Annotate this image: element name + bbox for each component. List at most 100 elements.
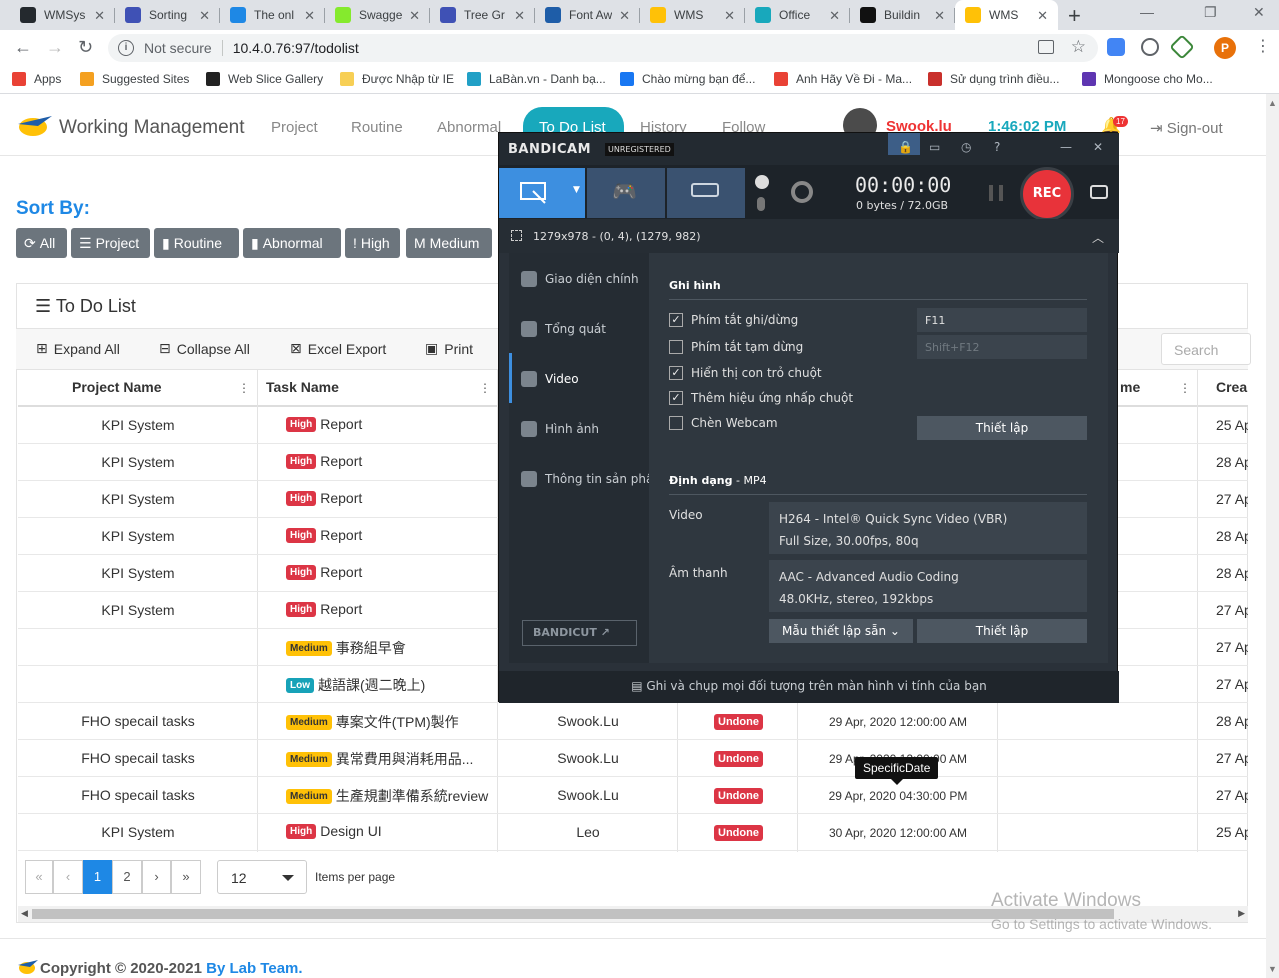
camera-icon[interactable] bbox=[1090, 185, 1108, 199]
tab-active[interactable]: WMS ✕ bbox=[955, 0, 1058, 30]
pager-last[interactable]: » bbox=[171, 860, 201, 894]
scroll-thumb[interactable] bbox=[32, 909, 1114, 919]
browser-tab[interactable]: Swagge ✕ bbox=[325, 0, 430, 30]
bandicam-nav-item[interactable]: Tổng quát bbox=[521, 321, 606, 337]
sort-abnormal-button[interactable]: ▮ Abnormal bbox=[243, 228, 341, 258]
bandicam-nav-item[interactable]: Thông tin sản phẩm bbox=[521, 471, 665, 487]
column-project-name[interactable]: Project Name bbox=[72, 379, 161, 395]
close-icon[interactable]: ✕ bbox=[1037, 8, 1048, 24]
nav-item-abnormal[interactable]: Abnormal bbox=[437, 119, 501, 136]
format-setup-button[interactable]: Thiết lập bbox=[917, 619, 1087, 643]
address-bar[interactable]: i Not secure 10.4.0.76:97/todolist ☆ bbox=[108, 34, 1098, 62]
hotkey-record-field[interactable]: F11 bbox=[917, 308, 1087, 332]
cell-task[interactable]: High Report bbox=[286, 490, 494, 506]
translate-icon[interactable] bbox=[1038, 40, 1054, 54]
pager-prev[interactable]: ‹ bbox=[53, 860, 83, 894]
checkbox-checked-icon[interactable]: ✓ bbox=[669, 391, 683, 405]
bandicam-titlebar[interactable] bbox=[499, 133, 1119, 165]
column-menu-icon[interactable]: ⋮ bbox=[1179, 381, 1191, 395]
scroll-up-icon[interactable]: ▲ bbox=[1268, 98, 1277, 108]
audio-format-box[interactable]: AAC - Advanced Audio Coding 48.0KHz, ster… bbox=[769, 560, 1087, 612]
record-button[interactable]: REC bbox=[1020, 167, 1074, 221]
bookmark-item[interactable]: Anh Hãy Về Đi - Ma... bbox=[774, 72, 912, 86]
info-icon[interactable]: i bbox=[118, 40, 134, 56]
cell-task[interactable]: High Design UI bbox=[286, 823, 494, 839]
browser-tab[interactable]: Office ✕ bbox=[745, 0, 850, 30]
minimize-icon[interactable]: — bbox=[1060, 140, 1072, 154]
cell-task[interactable]: Medium 事務組早會 bbox=[286, 638, 494, 658]
sort-project-button[interactable]: ☰ Project bbox=[71, 228, 150, 258]
browser-tab[interactable]: WMS ✕ bbox=[640, 0, 745, 30]
column-menu-icon[interactable]: ⋮ bbox=[238, 381, 250, 395]
cell-task[interactable]: High Report bbox=[286, 564, 494, 580]
scroll-right-icon[interactable]: ▶ bbox=[1238, 908, 1245, 919]
extension-chat-icon[interactable] bbox=[1141, 38, 1159, 56]
browser-tab[interactable]: The onl ✕ bbox=[220, 0, 325, 30]
scroll-down-icon[interactable]: ▼ bbox=[1268, 964, 1277, 974]
team-link[interactable]: By Lab Team. bbox=[206, 960, 302, 977]
help-icon[interactable]: ? bbox=[994, 140, 1000, 154]
column-created[interactable]: Crea bbox=[1216, 379, 1247, 395]
pager-next[interactable]: › bbox=[142, 860, 171, 894]
browser-tab[interactable]: Sorting ✕ bbox=[115, 0, 220, 30]
close-icon[interactable]: ✕ bbox=[724, 8, 735, 24]
cell-task[interactable]: Medium 異常費用與消耗用品... bbox=[286, 749, 494, 769]
clock-icon[interactable]: ◷ bbox=[961, 140, 971, 154]
checkbox-empty-icon[interactable] bbox=[669, 416, 683, 430]
bandicam-nav-item[interactable]: Giao diện chính bbox=[521, 271, 639, 287]
restore-icon[interactable]: ❐ bbox=[1204, 4, 1217, 21]
cell-task[interactable]: High Report bbox=[286, 416, 494, 432]
close-icon[interactable]: ✕ bbox=[934, 8, 945, 24]
nav-item-routine[interactable]: Routine bbox=[351, 119, 403, 136]
cell-task[interactable]: Medium 專案文件(TPM)製作 bbox=[286, 712, 494, 732]
close-icon[interactable]: ✕ bbox=[304, 8, 315, 24]
bandicut-button[interactable]: BANDICUT ↗ bbox=[522, 620, 637, 646]
pause-icon[interactable] bbox=[989, 185, 1003, 201]
bandicam-nav-item[interactable]: Hình ảnh bbox=[521, 421, 599, 437]
bookmark-item[interactable]: Web Slice Gallery bbox=[206, 72, 323, 86]
bookmark-item[interactable]: Mongoose cho Mo... bbox=[1082, 72, 1213, 86]
close-icon[interactable]: ✕ bbox=[514, 8, 525, 24]
mic-icon[interactable] bbox=[757, 197, 765, 211]
window-close-icon[interactable]: ✕ bbox=[1253, 4, 1265, 21]
print-button[interactable]: ▣ Print bbox=[425, 340, 473, 357]
bookmark-item[interactable]: Apps bbox=[12, 72, 61, 86]
preset-dropdown[interactable]: Mẫu thiết lập sẵn ⌄ bbox=[769, 619, 913, 643]
sort-routine-button[interactable]: ▮ Routine bbox=[154, 228, 239, 258]
scroll-left-icon[interactable]: ◀ bbox=[21, 908, 28, 919]
collapse-all-button[interactable]: ⊟ Collapse All bbox=[159, 340, 250, 357]
expand-all-button[interactable]: ⊞ Expand All bbox=[36, 340, 120, 357]
page-size-select[interactable]: 12 bbox=[217, 860, 307, 894]
checkbox-checked-icon[interactable]: ✓ bbox=[669, 313, 683, 327]
column-menu-icon[interactable]: ⋮ bbox=[479, 381, 491, 395]
browser-tab[interactable]: WMSys ✕ bbox=[10, 0, 115, 30]
reload-icon[interactable]: ↻ bbox=[78, 37, 93, 58]
pager-first[interactable]: « bbox=[25, 860, 53, 894]
cell-task[interactable]: Low 越語課(週二晚上) bbox=[286, 675, 494, 695]
column-partial[interactable]: me bbox=[1120, 379, 1140, 395]
pager-page-2[interactable]: 2 bbox=[112, 860, 142, 894]
cursor-toggle-icon[interactable] bbox=[755, 175, 769, 189]
sort-medium-button[interactable]: M Medium bbox=[406, 228, 492, 258]
settings-checkbox[interactable]: ✓ Phím tắt ghi/dừng bbox=[669, 313, 798, 327]
checkbox-checked-icon[interactable]: ✓ bbox=[669, 366, 683, 380]
settings-checkbox[interactable]: ✓ Thêm hiệu ứng nhấp chuột bbox=[669, 391, 853, 405]
checkbox-empty-icon[interactable] bbox=[669, 340, 683, 354]
settings-checkbox[interactable]: Chèn Webcam bbox=[669, 416, 778, 430]
settings-checkbox[interactable]: Phím tắt tạm dừng bbox=[669, 340, 803, 354]
bookmark-item[interactable]: Được Nhập từ IE bbox=[340, 72, 454, 86]
bookmark-item[interactable]: Suggested Sites bbox=[80, 72, 189, 86]
video-format-box[interactable]: H264 - Intel® Quick Sync Video (VBR) Full… bbox=[769, 502, 1087, 554]
bookmark-item[interactable]: LaBàn.vn - Danh bạ... bbox=[467, 72, 606, 86]
sign-out-link[interactable]: ⇥ Sign-out bbox=[1150, 119, 1223, 137]
region-select-icon[interactable] bbox=[511, 230, 522, 241]
close-icon[interactable]: ✕ bbox=[1093, 140, 1103, 154]
sort-high-button[interactable]: ! High bbox=[345, 228, 400, 258]
cell-task[interactable]: High Report bbox=[286, 527, 494, 543]
close-icon[interactable]: ✕ bbox=[619, 8, 630, 24]
sort-all-button[interactable]: ⟳ All bbox=[16, 228, 67, 258]
bookmark-item[interactable]: Chào mừng bạn để... bbox=[620, 72, 755, 86]
back-icon[interactable]: ← bbox=[14, 37, 32, 58]
webcam-icon[interactable] bbox=[791, 181, 813, 203]
star-icon[interactable]: ☆ bbox=[1071, 37, 1086, 57]
